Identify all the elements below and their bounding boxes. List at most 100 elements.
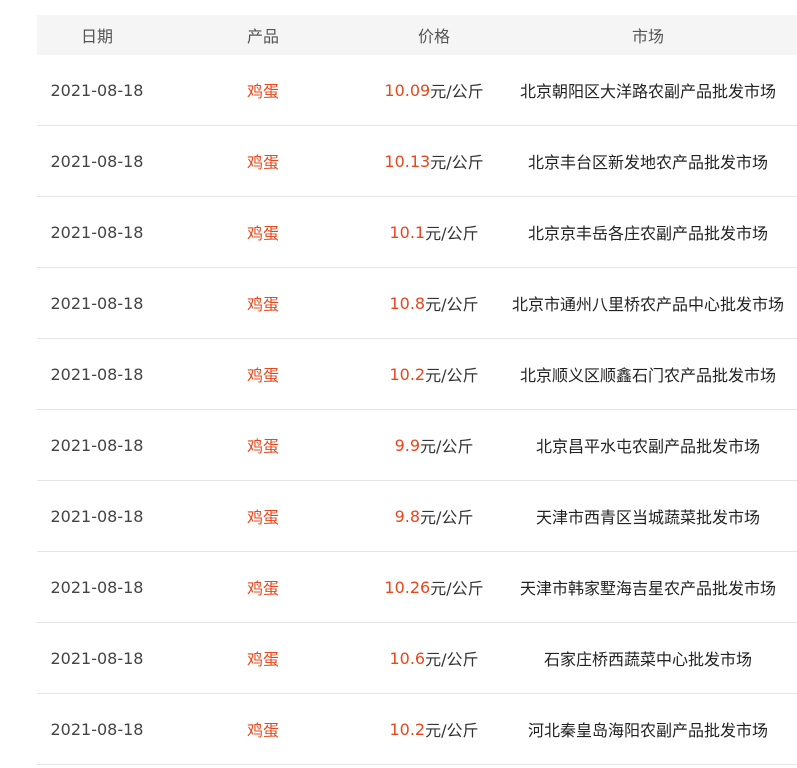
- product-text: 鸡蛋: [246, 295, 279, 314]
- product-cell: 鸡蛋: [157, 126, 369, 196]
- table-row: 2021-08-18 鸡蛋 10.26 元/公斤 天津市韩家墅海吉星农产品批发市场: [37, 552, 797, 623]
- price-value: 10.6: [389, 648, 426, 668]
- header-market: 市场: [631, 27, 664, 46]
- price-unit: 元/公斤: [430, 82, 484, 101]
- market-cell: 北京丰台区新发地农产品批发市场: [499, 126, 797, 196]
- market-text: 北京朝阳区大洋路农副产品批发市场: [519, 82, 776, 101]
- date-text: 2021-08-18: [50, 151, 144, 171]
- price-cell: 10.2 元/公斤: [369, 339, 499, 409]
- price-cell: 10.6 元/公斤: [369, 623, 499, 693]
- product-text: 鸡蛋: [246, 579, 279, 598]
- date-text: 2021-08-18: [50, 577, 144, 597]
- table-header: 日期 产品 价格 市场: [37, 15, 797, 55]
- product-text: 鸡蛋: [246, 437, 279, 456]
- price-unit: 元/公斤: [420, 508, 474, 527]
- market-cell: 天津市西青区当城蔬菜批发市场: [499, 481, 797, 551]
- price-unit: 元/公斤: [425, 721, 479, 740]
- price-value: 10.26: [384, 577, 431, 597]
- market-cell: 石家庄桥西蔬菜中心批发市场: [499, 623, 797, 693]
- price-cell: 9.9 元/公斤: [369, 410, 499, 480]
- table-row: 2021-08-18 鸡蛋 9.8 元/公斤 天津市西青区当城蔬菜批发市场: [37, 481, 797, 552]
- date-text: 2021-08-18: [50, 435, 144, 455]
- date-cell: 2021-08-18: [37, 268, 157, 338]
- date-cell: 2021-08-18: [37, 481, 157, 551]
- date-cell: 2021-08-18: [37, 339, 157, 409]
- date-text: 2021-08-18: [50, 293, 144, 313]
- product-text: 鸡蛋: [246, 82, 279, 101]
- date-text: 2021-08-18: [50, 719, 144, 739]
- table-body: 2021-08-18 鸡蛋 10.09 元/公斤 北京朝阳区大洋路农副产品批发市场 202…: [37, 55, 797, 765]
- product-cell: 鸡蛋: [157, 339, 369, 409]
- market-text: 河北秦皇岛海阳农副产品批发市场: [527, 721, 768, 740]
- market-cell: 河北秦皇岛海阳农副产品批发市场: [499, 694, 797, 764]
- product-cell: 鸡蛋: [157, 552, 369, 622]
- date-cell: 2021-08-18: [37, 55, 157, 125]
- market-cell: 天津市韩家墅海吉星农产品批发市场: [499, 552, 797, 622]
- product-cell: 鸡蛋: [157, 55, 369, 125]
- product-cell: 鸡蛋: [157, 694, 369, 764]
- price-unit: 元/公斤: [425, 224, 479, 243]
- product-text: 鸡蛋: [246, 508, 279, 527]
- header-product: 产品: [246, 27, 279, 46]
- product-text: 鸡蛋: [246, 224, 279, 243]
- price-value: 9.9: [394, 435, 421, 455]
- price-value: 10.2: [389, 364, 426, 384]
- price-cell: 10.8 元/公斤: [369, 268, 499, 338]
- price-cell: 9.8 元/公斤: [369, 481, 499, 551]
- product-cell: 鸡蛋: [157, 410, 369, 480]
- price-value: 10.13: [384, 151, 431, 171]
- date-cell: 2021-08-18: [37, 410, 157, 480]
- date-text: 2021-08-18: [50, 222, 144, 242]
- date-cell: 2021-08-18: [37, 197, 157, 267]
- price-value: 10.2: [389, 719, 426, 739]
- table-row: 2021-08-18 鸡蛋 10.8 元/公斤 北京市通州八里桥农产品中心批发市场: [37, 268, 797, 339]
- market-cell: 北京市通州八里桥农产品中心批发市场: [499, 268, 797, 338]
- market-text: 天津市西青区当城蔬菜批发市场: [535, 508, 760, 527]
- price-unit: 元/公斤: [425, 295, 479, 314]
- price-unit: 元/公斤: [425, 650, 479, 669]
- market-cell: 北京京丰岳各庄农副产品批发市场: [499, 197, 797, 267]
- market-text: 北京京丰岳各庄农副产品批发市场: [527, 224, 768, 243]
- price-unit: 元/公斤: [420, 437, 474, 456]
- date-text: 2021-08-18: [50, 80, 144, 100]
- header-price: 价格: [417, 27, 450, 46]
- product-text: 鸡蛋: [246, 366, 279, 385]
- price-unit: 元/公斤: [430, 153, 484, 172]
- table-row: 2021-08-18 鸡蛋 9.9 元/公斤 北京昌平水屯农副产品批发市场: [37, 410, 797, 481]
- price-cell: 10.1 元/公斤: [369, 197, 499, 267]
- market-text: 北京丰台区新发地农产品批发市场: [527, 153, 768, 172]
- market-text: 石家庄桥西蔬菜中心批发市场: [543, 650, 752, 669]
- product-cell: 鸡蛋: [157, 623, 369, 693]
- market-text: 北京市通州八里桥农产品中心批发市场: [511, 295, 784, 314]
- table-row: 2021-08-18 鸡蛋 10.1 元/公斤 北京京丰岳各庄农副产品批发市场: [37, 197, 797, 268]
- price-value: 10.8: [389, 293, 426, 313]
- date-cell: 2021-08-18: [37, 623, 157, 693]
- market-cell: 北京昌平水屯农副产品批发市场: [499, 410, 797, 480]
- table-row: 2021-08-18 鸡蛋 10.09 元/公斤 北京朝阳区大洋路农副产品批发市场: [37, 55, 797, 126]
- product-cell: 鸡蛋: [157, 197, 369, 267]
- price-cell: 10.09 元/公斤: [369, 55, 499, 125]
- market-text: 北京昌平水屯农副产品批发市场: [535, 437, 760, 456]
- product-text: 鸡蛋: [246, 153, 279, 172]
- market-text: 天津市韩家墅海吉星农产品批发市场: [519, 579, 776, 598]
- price-value: 10.1: [389, 222, 426, 242]
- product-cell: 鸡蛋: [157, 481, 369, 551]
- table-row: 2021-08-18 鸡蛋 10.6 元/公斤 石家庄桥西蔬菜中心批发市场: [37, 623, 797, 694]
- date-cell: 2021-08-18: [37, 126, 157, 196]
- price-unit: 元/公斤: [430, 579, 484, 598]
- price-cell: 10.13 元/公斤: [369, 126, 499, 196]
- price-table: 日期 产品 价格 市场 2021-08-18 鸡蛋 10.09 元/公斤 北京朝阳区大洋…: [37, 15, 797, 765]
- date-cell: 2021-08-18: [37, 694, 157, 764]
- table-row: 2021-08-18 鸡蛋 10.2 元/公斤 北京顺义区顺鑫石门农产品批发市场: [37, 339, 797, 410]
- price-value: 9.8: [394, 506, 421, 526]
- date-cell: 2021-08-18: [37, 552, 157, 622]
- market-cell: 北京顺义区顺鑫石门农产品批发市场: [499, 339, 797, 409]
- table-row: 2021-08-18 鸡蛋 10.13 元/公斤 北京丰台区新发地农产品批发市场: [37, 126, 797, 197]
- date-text: 2021-08-18: [50, 648, 144, 668]
- date-text: 2021-08-18: [50, 506, 144, 526]
- price-cell: 10.2 元/公斤: [369, 694, 499, 764]
- price-unit: 元/公斤: [425, 366, 479, 385]
- market-cell: 北京朝阳区大洋路农副产品批发市场: [499, 55, 797, 125]
- market-text: 北京顺义区顺鑫石门农产品批发市场: [519, 366, 776, 385]
- price-cell: 10.26 元/公斤: [369, 552, 499, 622]
